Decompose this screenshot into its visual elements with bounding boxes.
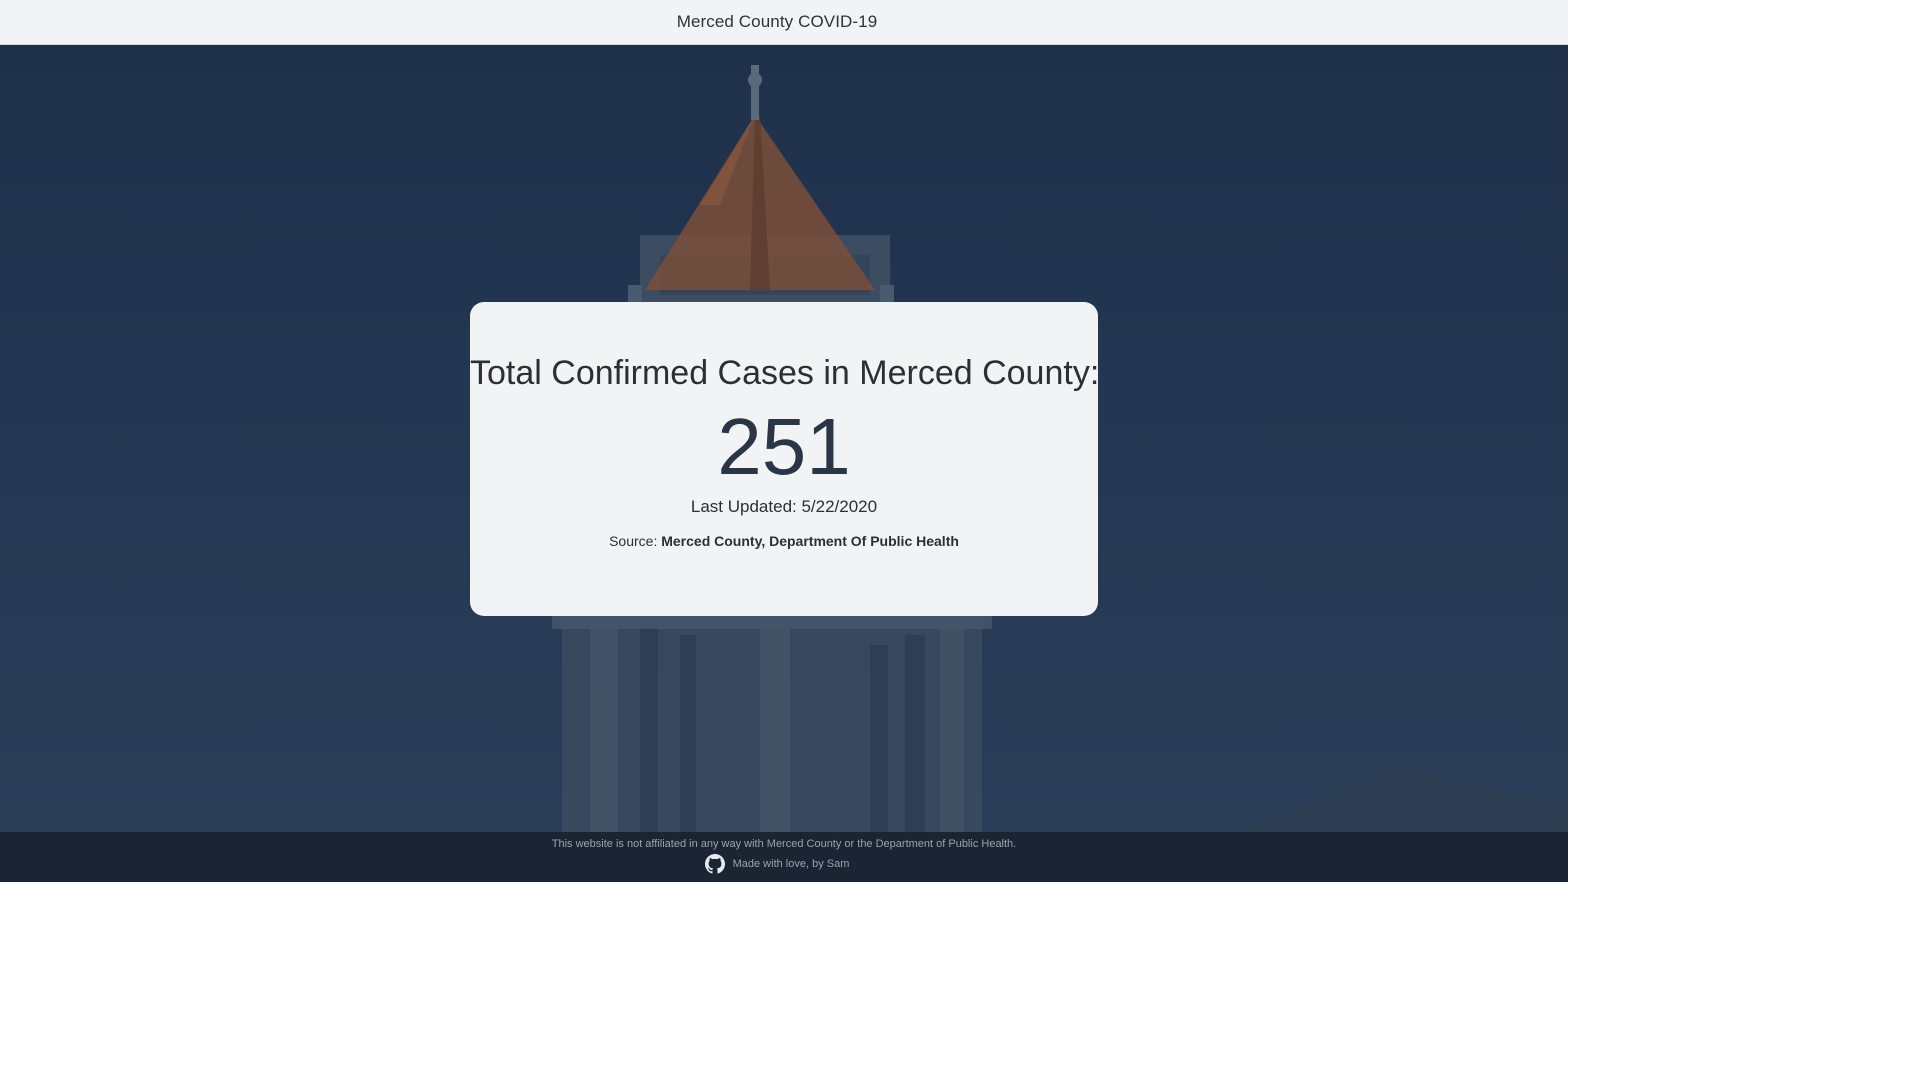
last-updated-text: Last Updated: 5/22/2020 — [690, 497, 878, 516]
confirmed-cases-count: 251 — [717, 402, 851, 491]
github-icon[interactable] — [704, 854, 725, 874]
footer: This website is not affiliated in any wa… — [0, 832, 1568, 882]
cases-heading: Total Confirmed Cases in Merced County: — [470, 354, 1100, 392]
source-name-link[interactable]: Merced County, Department Of Public Heal… — [661, 533, 959, 549]
navbar: Merced County COVID-19 — [0, 0, 1568, 45]
footer-credit: Made with love, by Sam — [0, 854, 1568, 874]
credit-text[interactable]: Made with love, by Sam — [733, 858, 850, 870]
site-title[interactable]: Merced County COVID-19 — [677, 12, 878, 32]
source-label: Source: — [609, 533, 658, 549]
cases-card: Total Confirmed Cases in Merced County: … — [470, 302, 1100, 616]
source-line: Source: Merced County, Department Of Pub… — [470, 533, 1098, 549]
footer-disclaimer: This website is not affiliated in any wa… — [551, 838, 1017, 850]
page: Merced County COVID-19 Total Confirmed C… — [0, 0, 1568, 882]
